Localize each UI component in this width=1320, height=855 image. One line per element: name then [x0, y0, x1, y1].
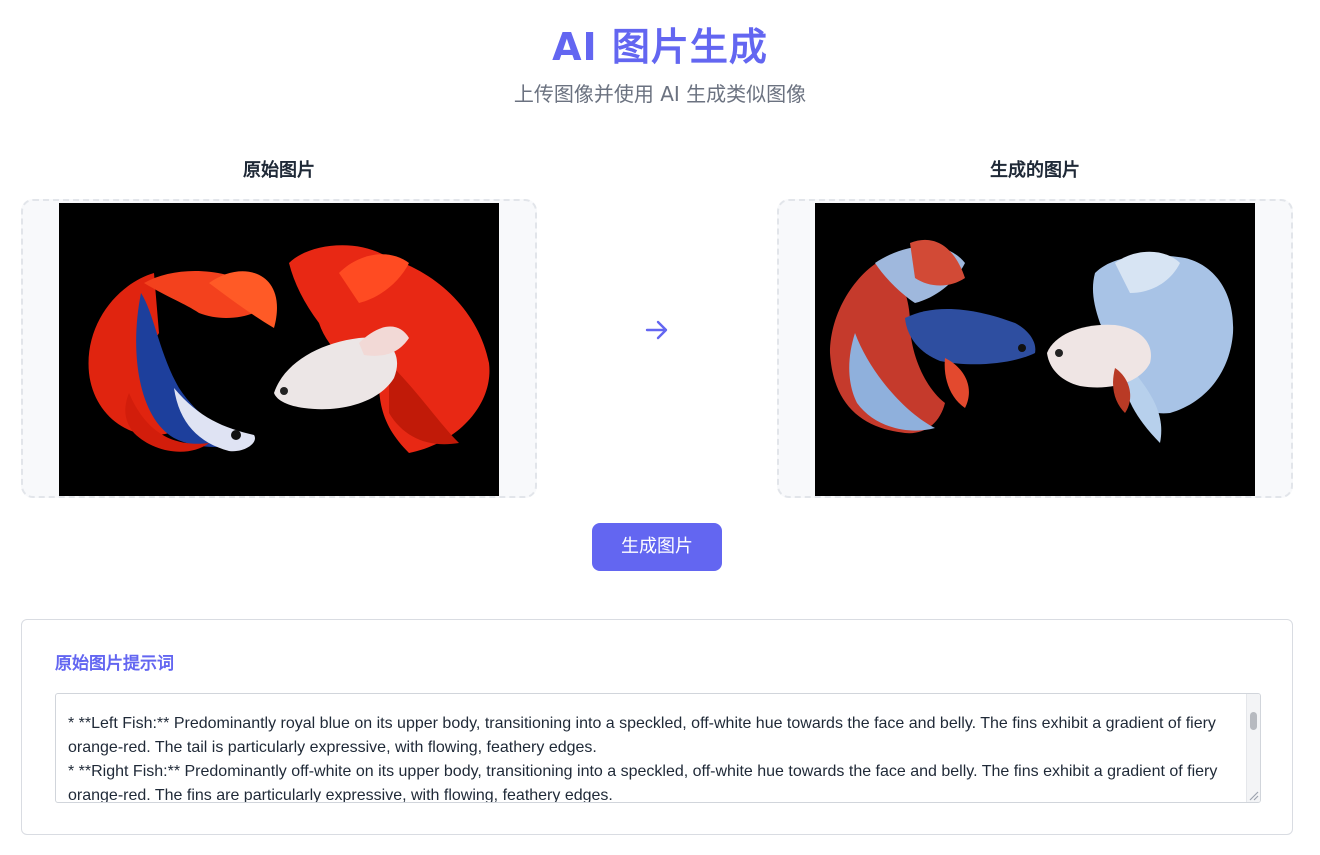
resize-handle-icon[interactable] — [1247, 789, 1259, 801]
betta-fish-original-illustration — [59, 203, 499, 496]
prompt-card: 原始图片提示词 * **Left Fish:** Predominantly r… — [21, 619, 1293, 835]
generated-image-panel — [777, 199, 1293, 498]
generate-image-button[interactable]: 生成图片 — [592, 523, 722, 571]
generated-image — [815, 203, 1255, 496]
prompt-scrollbar-thumb[interactable] — [1250, 712, 1257, 730]
page-title: AI 图片生成 — [552, 25, 768, 69]
generated-image-heading: 生成的图片 — [990, 160, 1080, 181]
original-image-heading: 原始图片 — [243, 160, 315, 181]
betta-fish-generated-illustration — [815, 203, 1255, 496]
prompt-scrollbar[interactable] — [1246, 694, 1260, 802]
prompt-line: * **Right Fish:** Predominantly off-whit… — [68, 763, 1218, 803]
page: AI 图片生成 上传图像并使用 AI 生成类似图像 原始图片 生成的图片 生成图… — [0, 0, 1320, 855]
original-image — [59, 203, 499, 496]
prompt-text: * **Left Fish:** Predominantly royal blu… — [68, 712, 1240, 803]
prompt-line: * **Left Fish:** Predominantly royal blu… — [68, 715, 1216, 756]
page-subtitle: 上传图像并使用 AI 生成类似图像 — [513, 82, 807, 106]
prompt-textarea[interactable]: * **Left Fish:** Predominantly royal blu… — [55, 693, 1261, 803]
prompt-section-title: 原始图片提示词 — [55, 654, 174, 674]
arrow-right-icon — [645, 320, 668, 340]
original-image-dropzone[interactable] — [21, 199, 537, 498]
